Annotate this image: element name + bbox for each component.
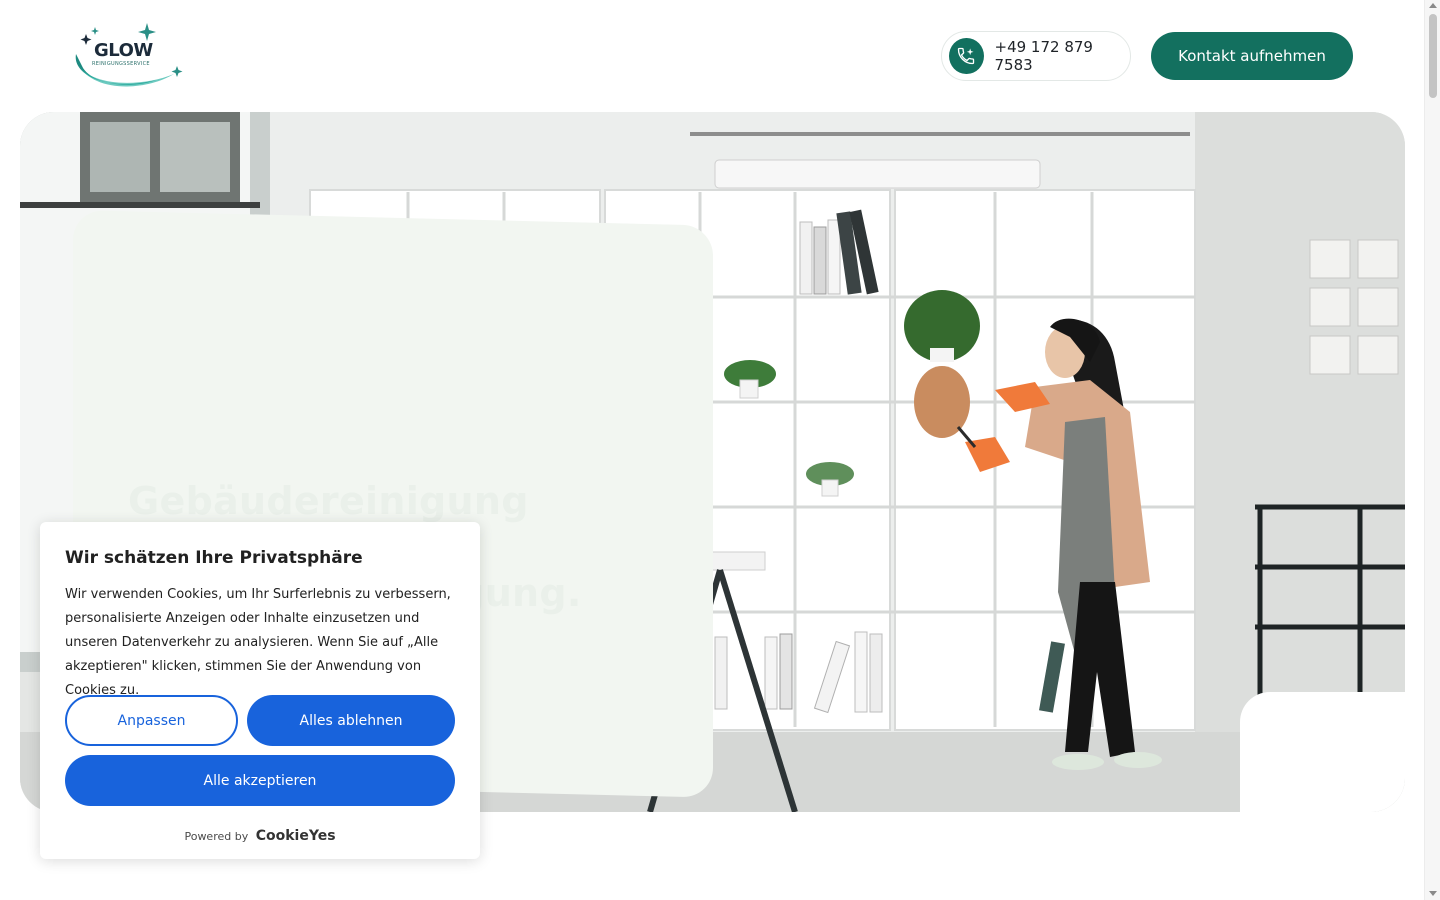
phone-number: +49 172 879 7583	[994, 38, 1093, 74]
scroll-up-arrow-icon[interactable]	[1429, 3, 1437, 8]
scroll-thumb[interactable]	[1429, 14, 1437, 98]
powered-by-label: Powered by	[184, 830, 249, 843]
powered-by: Powered by CookieYes	[40, 828, 480, 844]
phone-link[interactable]: +49 172 879 7583	[941, 31, 1131, 81]
accept-all-button[interactable]: Alle akzeptieren	[65, 755, 455, 806]
site-header: GLOW REINIGUNGSSERVICE +49 172 879 7583 …	[0, 0, 1424, 112]
logo-tagline: REINIGUNGSSERVICE	[92, 61, 150, 67]
hero-corner-cutout	[1240, 692, 1405, 812]
scroll-down-arrow-icon[interactable]	[1429, 891, 1437, 896]
reject-all-button[interactable]: Alles ablehnen	[247, 695, 455, 746]
customize-button[interactable]: Anpassen	[65, 695, 238, 746]
contact-button[interactable]: Kontakt aufnehmen	[1151, 32, 1353, 80]
glow-logo[interactable]: GLOW REINIGUNGSSERVICE	[70, 20, 190, 94]
cookieyes-logo[interactable]: CookieYes	[256, 828, 336, 844]
page-scrollbar[interactable]	[1424, 0, 1440, 900]
cookie-title: Wir schätzen Ihre Privatsphäre	[65, 548, 363, 568]
cookie-description: Wir verwenden Cookies, um Ihr Surferlebn…	[65, 587, 451, 698]
cookie-consent-banner: Wir schätzen Ihre Privatsphäre Wir verwe…	[40, 522, 480, 859]
logo-name: GLOW	[94, 40, 153, 61]
phone-icon	[949, 38, 984, 74]
